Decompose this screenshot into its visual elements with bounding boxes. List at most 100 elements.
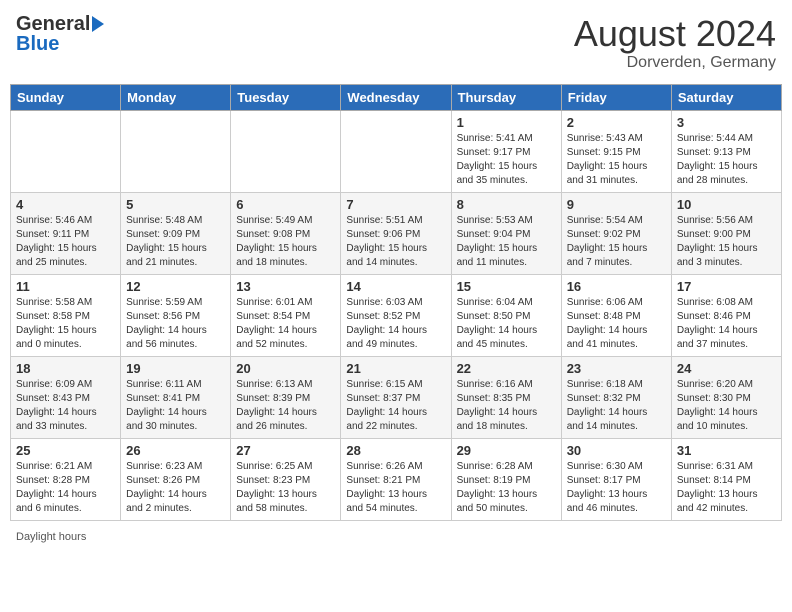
- day-info: Sunrise: 5:41 AM Sunset: 9:17 PM Dayligh…: [457, 132, 556, 188]
- table-row: 8 Sunrise: 5:53 AM Sunset: 9:04 PM Daylig…: [451, 192, 561, 274]
- day-info: Sunrise: 6:21 AM Sunset: 8:28 PM Dayligh…: [16, 460, 115, 516]
- day-number: 6: [236, 197, 335, 212]
- day-info: Sunrise: 6:18 AM Sunset: 8:32 PM Dayligh…: [567, 378, 666, 434]
- day-info: Sunrise: 5:53 AM Sunset: 9:04 PM Dayligh…: [457, 214, 556, 270]
- day-of-week-header: Saturday: [671, 84, 781, 110]
- day-number: 25: [16, 443, 115, 458]
- logo-general-text: General: [16, 14, 90, 34]
- day-info: Sunrise: 6:01 AM Sunset: 8:54 PM Dayligh…: [236, 296, 335, 352]
- day-info: Sunrise: 5:58 AM Sunset: 8:58 PM Dayligh…: [16, 296, 115, 352]
- day-number: 26: [126, 443, 225, 458]
- day-info: Sunrise: 5:54 AM Sunset: 9:02 PM Dayligh…: [567, 214, 666, 270]
- table-row: 10 Sunrise: 5:56 AM Sunset: 9:00 PM Dayli…: [671, 192, 781, 274]
- table-row: 19Sunrise: 6:11 AM Sunset: 8:41 PM Dayli…: [121, 356, 231, 438]
- day-number: 7: [346, 197, 445, 212]
- day-info: Sunrise: 6:13 AM Sunset: 8:39 PM Dayligh…: [236, 378, 335, 434]
- day-number: 28: [346, 443, 445, 458]
- day-info: Sunrise: 5:56 AM Sunset: 9:00 PM Dayligh…: [677, 214, 776, 270]
- page-header: General Blue August 2024 Dorverden, Germ…: [10, 10, 782, 76]
- logo-arrow-icon: [92, 16, 104, 32]
- day-info: Sunrise: 6:04 AM Sunset: 8:50 PM Dayligh…: [457, 296, 556, 352]
- day-number: 15: [457, 279, 556, 294]
- table-row: 9 Sunrise: 5:54 AM Sunset: 9:02 PM Daylig…: [561, 192, 671, 274]
- day-info: Sunrise: 6:26 AM Sunset: 8:21 PM Dayligh…: [346, 460, 445, 516]
- daylight-hours-label: Daylight hours: [16, 531, 86, 543]
- day-number: 10: [677, 197, 776, 212]
- day-of-week-header: Sunday: [11, 84, 121, 110]
- calendar-header-row: SundayMondayTuesdayWednesdayThursdayFrid…: [11, 84, 782, 110]
- day-info: Sunrise: 6:20 AM Sunset: 8:30 PM Dayligh…: [677, 378, 776, 434]
- day-number: 9: [567, 197, 666, 212]
- day-number: 20: [236, 361, 335, 376]
- day-info: Sunrise: 5:48 AM Sunset: 9:09 PM Dayligh…: [126, 214, 225, 270]
- table-row: 7 Sunrise: 5:51 AM Sunset: 9:06 PM Daylig…: [341, 192, 451, 274]
- table-row: 2Sunrise: 5:43 AM Sunset: 9:15 PM Daylig…: [561, 110, 671, 192]
- day-number: 29: [457, 443, 556, 458]
- calendar-footer: Daylight hours: [10, 529, 782, 545]
- day-info: Sunrise: 5:51 AM Sunset: 9:06 PM Dayligh…: [346, 214, 445, 270]
- table-row: 26Sunrise: 6:23 AM Sunset: 8:26 PM Dayli…: [121, 438, 231, 520]
- table-row: 24 Sunrise: 6:20 AM Sunset: 8:30 PM Dayli…: [671, 356, 781, 438]
- calendar-month-year: August 2024: [574, 14, 776, 54]
- day-info: Sunrise: 6:25 AM Sunset: 8:23 PM Dayligh…: [236, 460, 335, 516]
- day-info: Sunrise: 5:59 AM Sunset: 8:56 PM Dayligh…: [126, 296, 225, 352]
- calendar-location: Dorverden, Germany: [574, 54, 776, 72]
- day-of-week-header: Tuesday: [231, 84, 341, 110]
- day-number: 8: [457, 197, 556, 212]
- table-row: 6 Sunrise: 5:49 AM Sunset: 9:08 PM Daylig…: [231, 192, 341, 274]
- day-number: 17: [677, 279, 776, 294]
- day-number: 2: [567, 115, 666, 130]
- day-number: 21: [346, 361, 445, 376]
- table-row: 25 Sunrise: 6:21 AM Sunset: 8:28 PM Dayli…: [11, 438, 121, 520]
- day-of-week-header: Wednesday: [341, 84, 451, 110]
- logo: General Blue: [16, 14, 104, 54]
- day-info: Sunrise: 5:46 AM Sunset: 9:11 PM Dayligh…: [16, 214, 115, 270]
- day-number: 14: [346, 279, 445, 294]
- table-row: 14 Sunrise: 6:03 AM Sunset: 8:52 PM Dayli…: [341, 274, 451, 356]
- day-number: 13: [236, 279, 335, 294]
- table-row: 20 Sunrise: 6:13 AM Sunset: 8:39 PM Dayli…: [231, 356, 341, 438]
- day-number: 16: [567, 279, 666, 294]
- day-number: 23: [567, 361, 666, 376]
- day-number: 27: [236, 443, 335, 458]
- day-number: 31: [677, 443, 776, 458]
- table-row: [341, 110, 451, 192]
- table-row: 18Sunrise: 6:09 AM Sunset: 8:43 PM Dayli…: [11, 356, 121, 438]
- day-info: Sunrise: 6:03 AM Sunset: 8:52 PM Dayligh…: [346, 296, 445, 352]
- day-number: 12: [126, 279, 225, 294]
- day-info: Sunrise: 6:15 AM Sunset: 8:37 PM Dayligh…: [346, 378, 445, 434]
- day-info: Sunrise: 6:28 AM Sunset: 8:19 PM Dayligh…: [457, 460, 556, 516]
- table-row: 22 Sunrise: 6:16 AM Sunset: 8:35 PM Dayli…: [451, 356, 561, 438]
- day-info: Sunrise: 6:30 AM Sunset: 8:17 PM Dayligh…: [567, 460, 666, 516]
- table-row: 16Sunrise: 6:06 AM Sunset: 8:48 PM Dayli…: [561, 274, 671, 356]
- day-number: 22: [457, 361, 556, 376]
- table-row: 31 Sunrise: 6:31 AM Sunset: 8:14 PM Dayli…: [671, 438, 781, 520]
- day-info: Sunrise: 6:16 AM Sunset: 8:35 PM Dayligh…: [457, 378, 556, 434]
- table-row: 21 Sunrise: 6:15 AM Sunset: 8:37 PM Dayli…: [341, 356, 451, 438]
- day-number: 3: [677, 115, 776, 130]
- calendar-title-block: August 2024 Dorverden, Germany: [574, 14, 776, 72]
- table-row: 27 Sunrise: 6:25 AM Sunset: 8:23 PM Dayli…: [231, 438, 341, 520]
- day-info: Sunrise: 6:31 AM Sunset: 8:14 PM Dayligh…: [677, 460, 776, 516]
- day-of-week-header: Friday: [561, 84, 671, 110]
- table-row: 28 Sunrise: 6:26 AM Sunset: 8:21 PM Dayli…: [341, 438, 451, 520]
- day-of-week-header: Thursday: [451, 84, 561, 110]
- table-row: [231, 110, 341, 192]
- day-number: 18: [16, 361, 115, 376]
- table-row: [11, 110, 121, 192]
- table-row: 4 Sunrise: 5:46 AM Sunset: 9:11 PM Daylig…: [11, 192, 121, 274]
- day-info: Sunrise: 5:44 AM Sunset: 9:13 PM Dayligh…: [677, 132, 776, 188]
- table-row: [121, 110, 231, 192]
- day-info: Sunrise: 5:49 AM Sunset: 9:08 PM Dayligh…: [236, 214, 335, 270]
- calendar-table: SundayMondayTuesdayWednesdayThursdayFrid…: [10, 84, 782, 521]
- day-number: 11: [16, 279, 115, 294]
- table-row: 11 Sunrise: 5:58 AM Sunset: 8:58 PM Dayli…: [11, 274, 121, 356]
- day-number: 4: [16, 197, 115, 212]
- day-number: 30: [567, 443, 666, 458]
- day-number: 24: [677, 361, 776, 376]
- table-row: 13 Sunrise: 6:01 AM Sunset: 8:54 PM Dayli…: [231, 274, 341, 356]
- day-number: 5: [126, 197, 225, 212]
- table-row: 29 Sunrise: 6:28 AM Sunset: 8:19 PM Dayli…: [451, 438, 561, 520]
- table-row: 30 Sunrise: 6:30 AM Sunset: 8:17 PM Dayli…: [561, 438, 671, 520]
- table-row: 17Sunrise: 6:08 AM Sunset: 8:46 PM Dayli…: [671, 274, 781, 356]
